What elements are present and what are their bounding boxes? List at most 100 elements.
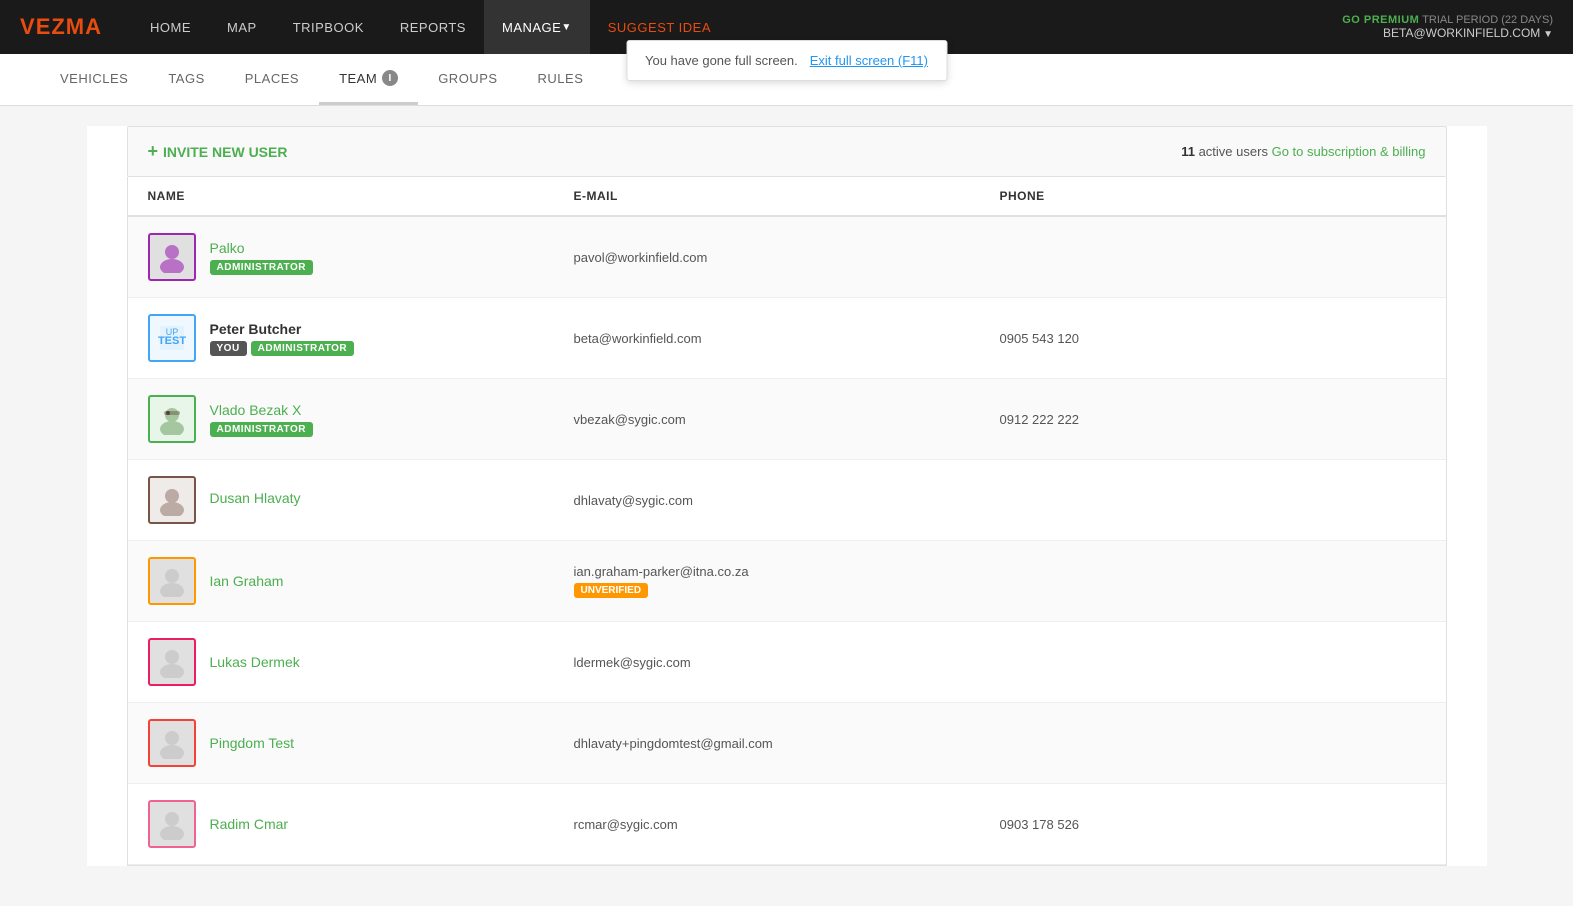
top-navigation: VEZMA HOME MAP TRIPBOOK REPORTS MANAGE ▼… <box>0 0 1573 54</box>
user-info: Peter Butcher YOU ADMINISTRATOR <box>210 321 355 356</box>
user-name[interactable]: Palko <box>210 240 313 256</box>
user-info: Ian Graham <box>210 573 284 589</box>
person-icon <box>156 646 188 678</box>
user-info: Pingdom Test <box>210 735 295 751</box>
user-name[interactable]: Radim Cmar <box>210 816 289 832</box>
user-cell: Vlado Bezak X ADMINISTRATOR <box>148 395 574 443</box>
you-badge: YOU <box>210 341 247 356</box>
admin-badge: ADMINISTRATOR <box>210 422 313 437</box>
phone-cell: 0912 222 222 <box>1000 412 1426 427</box>
table-row: Pingdom Test dhlavaty+pingdomtest@gmail.… <box>128 703 1446 784</box>
subnav-groups[interactable]: GROUPS <box>418 54 517 105</box>
avatar <box>148 476 196 524</box>
user-cell: Radim Cmar <box>148 800 574 848</box>
email-cell: rcmar@sygic.com <box>574 817 1000 832</box>
person-icon <box>156 241 188 273</box>
trial-period-label: TRIAL PERIOD (22 DAYS) <box>1422 14 1553 26</box>
table-row: Palko ADMINISTRATOR pavol@workinfield.co… <box>128 217 1446 298</box>
email-cell: vbezak@sygic.com <box>574 412 1000 427</box>
unverified-badge: UNVERIFIED <box>574 583 649 598</box>
avatar <box>148 233 196 281</box>
subnav-places[interactable]: PLACES <box>225 54 319 105</box>
table-header: NAME E-MAIL PHONE <box>128 177 1446 217</box>
avatar: TEST UP <box>148 314 196 362</box>
col-email: E-MAIL <box>574 189 1000 203</box>
go-premium-label[interactable]: GO PREMIUM <box>1342 14 1419 26</box>
person-icon: TEST UP <box>156 322 188 354</box>
user-cell: TEST UP Peter Butcher YOU ADMINISTRATOR <box>148 314 574 362</box>
subnav-vehicles[interactable]: VEHICLES <box>40 54 148 105</box>
user-name[interactable]: Vlado Bezak X <box>210 402 313 418</box>
user-info: Vlado Bezak X ADMINISTRATOR <box>210 402 313 437</box>
subnav-rules[interactable]: RULES <box>518 54 604 105</box>
user-info: Dusan Hlavaty <box>210 490 301 510</box>
nav-home[interactable]: HOME <box>132 0 209 54</box>
avatar <box>148 719 196 767</box>
avatar <box>148 395 196 443</box>
user-cell: Palko ADMINISTRATOR <box>148 233 574 281</box>
user-name[interactable]: Peter Butcher <box>210 321 355 337</box>
col-name: NAME <box>148 189 574 203</box>
person-icon <box>156 484 188 516</box>
fullscreen-tooltip: You have gone full screen. Exit full scr… <box>626 40 947 81</box>
user-info: Lukas Dermek <box>210 654 300 670</box>
email-cell: dhlavaty@sygic.com <box>574 493 1000 508</box>
nav-map[interactable]: MAP <box>209 0 275 54</box>
user-info: Palko ADMINISTRATOR <box>210 240 313 275</box>
table-row: Ian Graham ian.graham-parker@itna.co.za … <box>128 541 1446 622</box>
phone-cell: 0905 543 120 <box>1000 331 1426 346</box>
col-phone: PHONE <box>1000 189 1426 203</box>
svg-text:UP: UP <box>165 327 178 337</box>
team-table: NAME E-MAIL PHONE Palko ADMINISTRATOR <box>127 177 1447 866</box>
user-cell: Pingdom Test <box>148 719 574 767</box>
phone-cell: 0903 178 526 <box>1000 817 1426 832</box>
subnav-tags[interactable]: TAGS <box>148 54 224 105</box>
app-logo[interactable]: VEZMA <box>20 14 102 40</box>
nav-tripbook[interactable]: TRIPBOOK <box>275 0 382 54</box>
table-row: Vlado Bezak X ADMINISTRATOR vbezak@sygic… <box>128 379 1446 460</box>
badges: ADMINISTRATOR <box>210 422 313 437</box>
avatar <box>148 800 196 848</box>
table-row: Radim Cmar rcmar@sygic.com 0903 178 526 <box>128 784 1446 865</box>
person-icon <box>156 727 188 759</box>
active-users-info: 11 active users Go to subscription & bil… <box>1181 144 1425 159</box>
user-email-dropdown[interactable]: BETA@WORKINFIELD.COM <box>1383 26 1553 40</box>
user-name[interactable]: Pingdom Test <box>210 735 295 751</box>
person-icon <box>156 403 188 435</box>
billing-link[interactable]: Go to subscription & billing <box>1272 144 1426 159</box>
badges: ADMINISTRATOR <box>210 260 313 275</box>
email-cell: dhlavaty+pingdomtest@gmail.com <box>574 736 1000 751</box>
email-cell: ldermek@sygic.com <box>574 655 1000 670</box>
user-cell: Dusan Hlavaty <box>148 476 574 524</box>
active-count: 11 <box>1181 144 1195 159</box>
user-cell: Lukas Dermek <box>148 638 574 686</box>
nav-manage[interactable]: MANAGE ▼ <box>484 0 590 54</box>
user-name[interactable]: Lukas Dermek <box>210 654 300 670</box>
table-row: TEST UP Peter Butcher YOU ADMINISTRATOR … <box>128 298 1446 379</box>
admin-badge: ADMINISTRATOR <box>210 260 313 275</box>
person-icon <box>156 808 188 840</box>
team-info-icon: i <box>382 70 398 86</box>
user-name[interactable]: Dusan Hlavaty <box>210 490 301 506</box>
exit-fullscreen-link[interactable]: Exit full screen (F11) <box>810 53 928 68</box>
email-cell: ian.graham-parker@itna.co.za UNVERIFIED <box>574 564 1000 598</box>
subnav-team[interactable]: TEAM i <box>319 54 418 105</box>
nav-right: GO PREMIUM TRIAL PERIOD (22 DAYS) BETA@W… <box>1342 14 1553 40</box>
premium-status: GO PREMIUM TRIAL PERIOD (22 DAYS) <box>1342 14 1553 26</box>
admin-badge: ADMINISTRATOR <box>251 341 354 356</box>
user-name[interactable]: Ian Graham <box>210 573 284 589</box>
email-cell: pavol@workinfield.com <box>574 250 1000 265</box>
invite-bar: INVITE NEW USER 11 active users Go to su… <box>127 126 1447 177</box>
badges: YOU ADMINISTRATOR <box>210 341 355 356</box>
avatar <box>148 557 196 605</box>
avatar <box>148 638 196 686</box>
email-cell: beta@workinfield.com <box>574 331 1000 346</box>
main-content: INVITE NEW USER 11 active users Go to su… <box>87 126 1487 866</box>
fullscreen-message: You have gone full screen. <box>645 53 798 68</box>
table-row: Dusan Hlavaty dhlavaty@sygic.com <box>128 460 1446 541</box>
logo-text: EZMA <box>36 14 102 39</box>
person-icon <box>156 565 188 597</box>
invite-new-user-button[interactable]: INVITE NEW USER <box>148 141 288 162</box>
nav-reports[interactable]: REPORTS <box>382 0 484 54</box>
table-row: Lukas Dermek ldermek@sygic.com <box>128 622 1446 703</box>
